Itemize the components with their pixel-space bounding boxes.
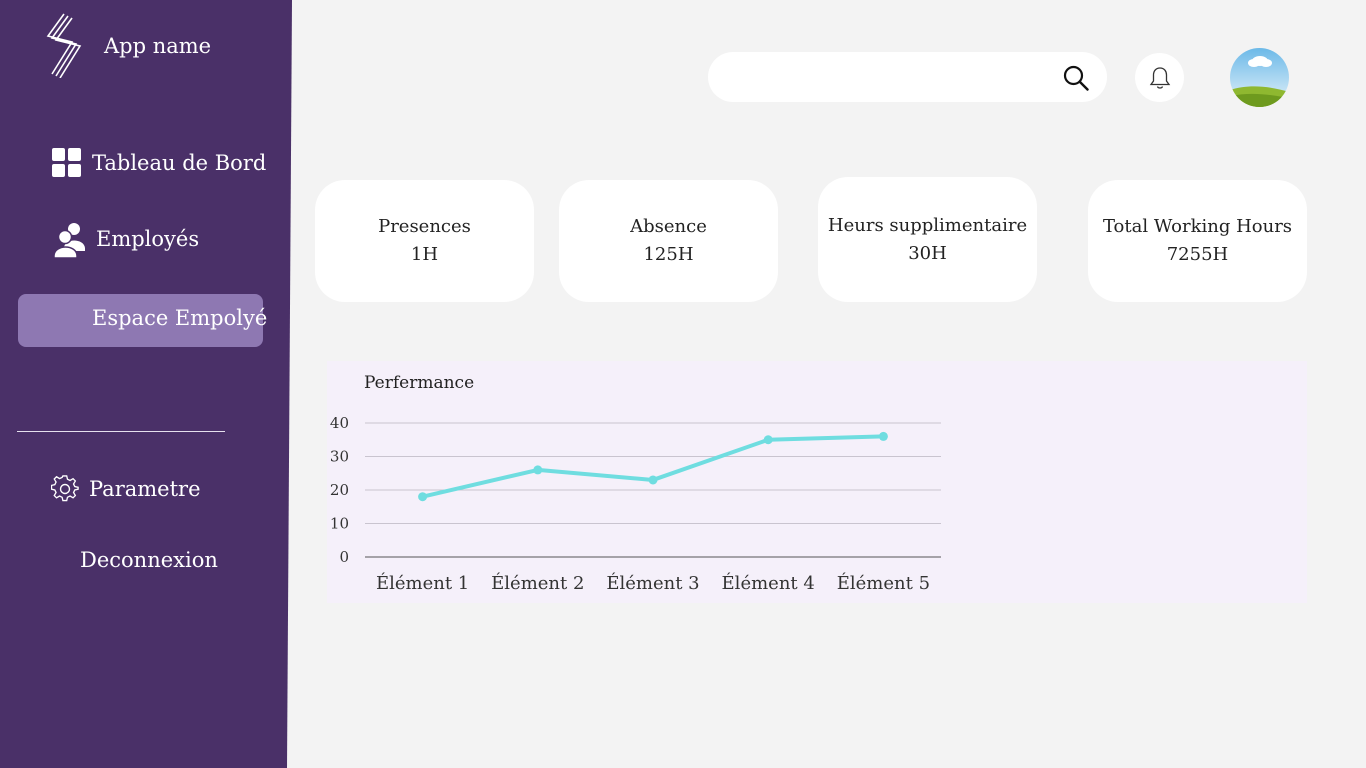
sidebar-item-employees[interactable]: Employés [54, 220, 199, 258]
app-logo-icon [46, 13, 82, 78]
data-point [648, 475, 658, 485]
card-title: Total Working Hours [1102, 216, 1293, 237]
x-tick-label: Élément 5 [837, 571, 930, 594]
x-tick-label: Élément 3 [606, 571, 699, 594]
sidebar: App name Tableau de Bord Employés Espace… [0, 0, 292, 768]
stat-card-presences: Presences 1H [315, 180, 534, 302]
y-tick-label: 30 [330, 448, 349, 466]
stat-card-total-hours: Total Working Hours 7255H [1088, 180, 1307, 302]
performance-line-chart: 0 10 20 30 40 Élément 1 Élément 2 Élément 3 Élém… [330, 414, 941, 594]
x-tick-label: Élément 1 [376, 571, 469, 594]
gear-icon [51, 475, 79, 503]
data-point [418, 492, 428, 502]
series-line [422, 434, 884, 499]
bell-icon [1149, 66, 1170, 89]
card-title: Absence [630, 216, 707, 237]
card-value: 125H [643, 244, 694, 265]
y-tick-label: 20 [330, 481, 349, 499]
sidebar-item-label: Employés [96, 227, 200, 251]
card-value: 1H [410, 244, 439, 265]
search-bar[interactable] [708, 52, 1107, 102]
y-tick-label: 0 [339, 548, 349, 566]
sidebar-item-settings[interactable]: Parametre [51, 475, 201, 503]
y-tick-label: 40 [330, 414, 349, 432]
sidebar-item-dashboard[interactable]: Tableau de Bord [52, 148, 266, 178]
x-tick-label: Élément 2 [491, 571, 584, 594]
x-tick-label: Élément 4 [722, 571, 815, 594]
sidebar-item-label: Deconnexion [80, 548, 218, 572]
data-point [763, 435, 773, 445]
sidebar-item-label: Parametre [89, 477, 201, 501]
app-name: App name [104, 34, 212, 58]
notification-button[interactable] [1135, 53, 1184, 102]
sidebar-item-employee-space[interactable]: Espace Empolyé [18, 294, 267, 347]
performance-chart-panel: Perfermance 0 10 20 30 40 Élément 1 Élément 2É… [327, 361, 1307, 603]
card-title: Heurs supplimentaire [827, 214, 1028, 236]
sidebar-item-logout[interactable]: Deconnexion [80, 548, 218, 572]
search-icon[interactable] [1063, 65, 1089, 95]
stat-card-absence: Absence 125H [559, 180, 778, 302]
stat-card-overtime: Heurs supplimentaire 30H [818, 177, 1037, 302]
users-icon [54, 220, 86, 258]
dashboard-grid-icon [52, 148, 82, 178]
sidebar-item-label: Espace Empolyé [92, 306, 268, 330]
sidebar-divider [17, 431, 225, 432]
card-title: Presences [378, 216, 471, 237]
card-value: 7255H [1166, 244, 1229, 265]
user-avatar[interactable] [1230, 48, 1289, 107]
y-tick-label: 10 [330, 515, 349, 533]
data-point [878, 431, 888, 441]
data-point [533, 465, 543, 475]
card-value: 30H [908, 242, 947, 264]
sidebar-item-label: Tableau de Bord [92, 151, 267, 175]
